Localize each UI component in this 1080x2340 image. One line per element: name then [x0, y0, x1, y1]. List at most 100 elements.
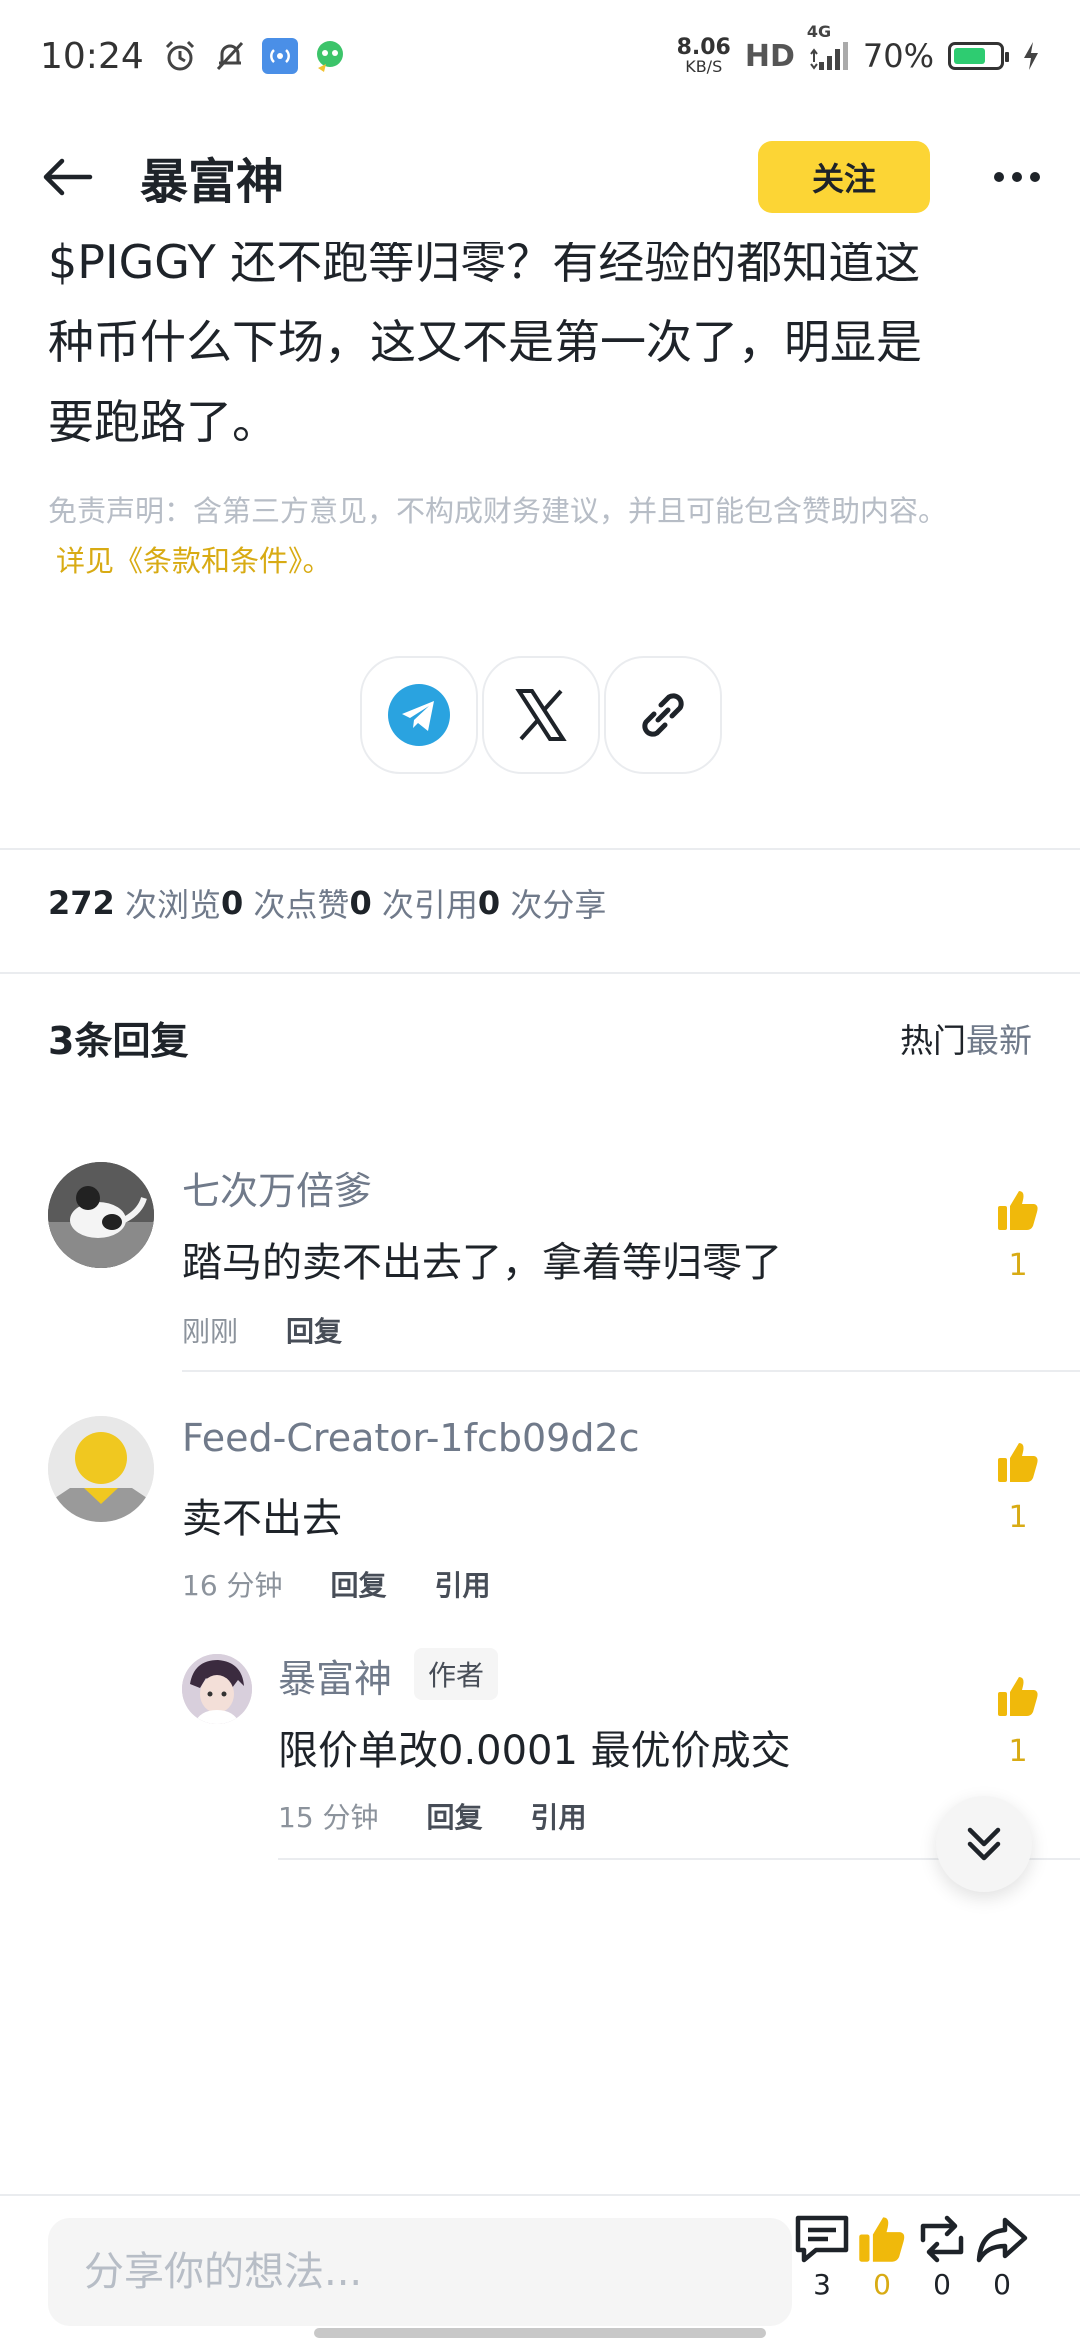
comment-like-count: 1 — [1008, 1500, 1028, 1535]
sort-hot-tab[interactable]: 热门 — [900, 1014, 966, 1062]
comment-time: 刚刚 — [182, 1315, 239, 1348]
comments-action-button[interactable]: 3 — [792, 2214, 852, 2301]
shares-label: 次分享 — [510, 886, 607, 924]
status-right: 8.06 KB/S HD 4G 70% — [677, 22, 1040, 75]
likes-count: 0 — [220, 884, 244, 922]
hd-label: HD — [744, 38, 795, 74]
thumbs-up-icon — [998, 1191, 1038, 1230]
battery-percentage: 70% — [862, 37, 934, 75]
divider — [0, 972, 1080, 974]
repost-icon — [920, 2215, 964, 2263]
net-speed: 8.06 KB/S — [677, 37, 731, 75]
comment-author[interactable]: 七次万倍爹 — [182, 1160, 372, 1215]
telegram-icon — [388, 684, 450, 746]
share-row — [360, 656, 722, 774]
reply-button[interactable]: 回复 — [427, 1796, 483, 1836]
double-chevron-down-icon — [967, 1827, 1001, 1861]
share-telegram-button[interactable] — [360, 656, 478, 774]
page-title: 暴富神 — [140, 154, 285, 210]
disclaimer: 免责声明：含第三方意见，不构成财务建议，并且可能包含赞助内容。 详见《条款和条件… — [48, 486, 1038, 586]
comment-author[interactable]: Feed-Creator-1fcb09d2c — [182, 1416, 640, 1460]
link-icon — [642, 693, 684, 737]
thumbs-up-icon — [998, 1677, 1038, 1716]
comment-like-button[interactable]: 1 — [988, 1188, 1048, 1283]
author-badge: 作者 — [414, 1648, 499, 1700]
comment-like-count: 1 — [1008, 1734, 1028, 1769]
arrow-left-icon — [43, 158, 93, 196]
views-count: 272 — [48, 884, 115, 922]
follow-button[interactable]: 关注 — [758, 141, 930, 213]
net-speed-value: 8.06 — [676, 35, 731, 60]
thumbs-up-icon — [998, 1443, 1038, 1482]
shares-count: 0 — [993, 2268, 1011, 2301]
terms-link[interactable]: 详见《条款和条件》。 — [56, 536, 1038, 586]
charging-icon — [1022, 41, 1040, 71]
likes-label: 次点赞 — [253, 886, 350, 924]
comment-like-count: 1 — [1008, 1248, 1028, 1283]
post-text-line-3: 要跑路了。 — [48, 395, 278, 449]
app-notification-icon — [312, 38, 348, 74]
quote-button[interactable]: 引用 — [531, 1796, 587, 1836]
dot-icon — [994, 172, 1004, 182]
post-content: $PIGGY 还不跑等归零？有经验的都知道这 种币什么下场，这又不是第一次了，明… — [48, 222, 1038, 462]
share-x-button[interactable] — [482, 656, 600, 774]
comment-meta: 刚刚 回复 — [182, 1310, 342, 1350]
reply-button[interactable]: 回复 — [331, 1564, 387, 1604]
back-button[interactable] — [40, 142, 110, 212]
status-icons-left — [162, 38, 348, 74]
quote-button[interactable]: 引用 — [435, 1564, 491, 1604]
bottom-bar: 3 0 0 0 — [0, 2196, 1080, 2340]
quotes-label: 次引用 — [381, 886, 478, 924]
signal-icon: 4G — [807, 22, 849, 72]
scroll-down-button[interactable] — [936, 1796, 1032, 1892]
network-type: 4G — [806, 22, 832, 41]
copy-link-button[interactable] — [604, 656, 722, 774]
reposts-count: 0 — [933, 2268, 951, 2301]
comments-count: 3 — [813, 2268, 831, 2301]
share-arrow-icon — [976, 2217, 1028, 2263]
comment-input[interactable] — [48, 2218, 792, 2326]
post-stats: 272 次浏览 0 次点赞 0 次引用 0 次分享 — [48, 880, 606, 926]
share-action-button[interactable]: 0 — [972, 2214, 1032, 2301]
shares-count: 0 — [477, 884, 501, 922]
sort-tabs: 热门 最新 — [900, 1014, 1032, 1062]
repost-action-button[interactable]: 0 — [912, 2214, 972, 2301]
avatar[interactable] — [48, 1416, 154, 1522]
more-options-button[interactable] — [960, 142, 1040, 212]
sort-new-tab[interactable]: 最新 — [966, 1014, 1032, 1062]
comment-time: 16 分钟 — [182, 1569, 283, 1602]
net-speed-unit: KB/S — [685, 57, 723, 76]
reply-button[interactable]: 回复 — [286, 1310, 342, 1350]
comment-icon — [795, 2215, 849, 2263]
mute-icon — [212, 38, 248, 74]
quotes-count: 0 — [349, 884, 372, 922]
thumbs-up-icon — [859, 2217, 905, 2262]
dot-icon — [1030, 172, 1040, 182]
comment-meta: 16 分钟 回复 引用 — [182, 1564, 491, 1604]
status-bar: 10:24 8.06 KB/S HD 4G 70% — [0, 0, 1080, 112]
home-indicator — [314, 2328, 766, 2338]
views-label: 次浏览 — [124, 886, 221, 924]
comment-like-button[interactable]: 1 — [988, 1440, 1048, 1535]
comment-item: 暴富神 作者 限价单改0.0001 最优价成交 15 分钟 回复 引用 1 — [0, 1648, 1080, 1858]
comment-item: 七次万倍爹 踏马的卖不出去了，拿着等归零了 刚刚 回复 1 — [0, 1160, 1080, 1370]
comment-divider — [182, 1370, 1080, 1372]
avatar[interactable] — [48, 1162, 154, 1268]
header: 暴富神 关注 — [0, 112, 1080, 242]
avatar[interactable] — [182, 1654, 252, 1724]
comment-meta: 15 分钟 回复 引用 — [278, 1796, 587, 1836]
status-time: 10:24 — [40, 35, 144, 77]
comment-text: 限价单改0.0001 最优价成交 — [278, 1728, 791, 1774]
disclaimer-text: 免责声明：含第三方意见，不构成财务建议，并且可能包含赞助内容。 — [48, 494, 948, 528]
comment-author[interactable]: 暴富神 — [278, 1648, 392, 1703]
likes-count: 0 — [873, 2268, 891, 2301]
post-text-line-2: 种币什么下场，这又不是第一次了，明显是 — [48, 315, 922, 369]
like-action-button[interactable]: 0 — [852, 2214, 912, 2301]
comment-time: 15 分钟 — [278, 1801, 379, 1834]
replies-count: 3条回复 — [48, 1019, 189, 1063]
battery-fill — [954, 48, 985, 64]
battery-icon — [948, 42, 1009, 70]
comment-like-button[interactable]: 1 — [988, 1674, 1048, 1769]
dot-icon — [1012, 172, 1022, 182]
hotspot-icon — [261, 38, 298, 74]
